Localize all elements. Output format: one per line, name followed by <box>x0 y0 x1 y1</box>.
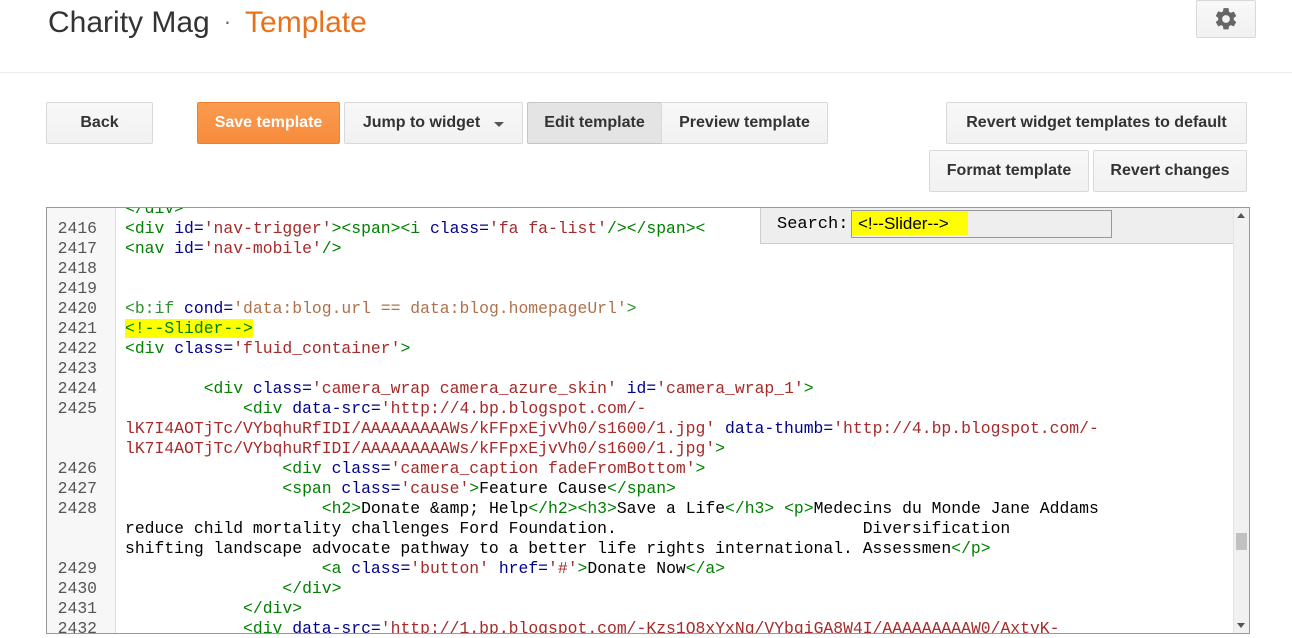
code-line: 2425 <div data-src='http://4.bp.blogspot… <box>47 399 1099 419</box>
back-button[interactable]: Back <box>46 102 153 144</box>
line-number: 2425 <box>57 399 97 418</box>
line-number: 2428 <box>57 499 97 518</box>
revert-widget-templates-button[interactable]: Revert widget templates to default <box>946 102 1247 144</box>
code-line: 2430 </div> <box>47 579 1099 599</box>
line-number: 2416 <box>57 219 97 238</box>
code-text: </div> <box>282 579 342 598</box>
settings-button[interactable] <box>1196 0 1256 38</box>
scroll-down-arrow-icon[interactable] <box>1237 623 1245 628</box>
revert-changes-button[interactable]: Revert changes <box>1093 150 1247 192</box>
code-text: <span class='cause'>Feature Cause</span> <box>282 479 676 498</box>
save-template-button[interactable]: Save template <box>197 102 340 144</box>
code-text: </div> <box>125 207 185 218</box>
code-text: shifting landscape advocate pathway to a… <box>125 539 991 558</box>
code-text: <div class='fluid_container'> <box>125 339 411 358</box>
code-text: <h2>Donate &amp; Help</h2><h3>Save a Lif… <box>321 499 1099 518</box>
code-line: 2429 <a class='button' href='#'>Donate N… <box>47 559 1099 579</box>
page-title: Charity Mag · Template <box>48 2 367 43</box>
line-number: 2424 <box>57 379 97 398</box>
code-line: 2420 <b:if cond='data:blog.url == data:bl… <box>47 299 1099 319</box>
format-template-button[interactable]: Format template <box>929 150 1089 192</box>
line-number: 2420 <box>57 299 97 318</box>
line-number: 2423 <box>57 359 97 378</box>
vertical-scrollbar[interactable] <box>1233 208 1249 633</box>
line-number: 2427 <box>57 479 97 498</box>
code-line: 2418 <box>47 259 1099 279</box>
jump-to-widget-label: Jump to widget <box>362 114 481 131</box>
code-line: 2421 <!--Slider--> <box>47 319 1099 339</box>
code-text: <nav id='nav-mobile'/> <box>125 239 342 258</box>
code-line: lK7I4AOTjTc/VYbqhuRfIDI/AAAAAAAAAWs/kFFp… <box>47 419 1099 439</box>
line-number: 2430 <box>57 579 97 598</box>
line-number: 2419 <box>57 279 97 298</box>
page-header: Charity Mag · Template <box>0 0 1292 73</box>
preview-template-tab[interactable]: Preview template <box>661 102 828 144</box>
gear-icon <box>1215 8 1237 30</box>
section-name: Template <box>245 6 367 39</box>
line-number: 2421 <box>57 319 97 338</box>
scroll-up-arrow-icon[interactable] <box>1237 213 1245 218</box>
code-content[interactable]: </div> 2416 <div id='nav-trigger'><span><… <box>47 207 1099 634</box>
code-line: reduce child mortality challenges Ford F… <box>47 519 1099 539</box>
jump-to-widget-button[interactable]: Jump to widget <box>344 102 523 144</box>
code-line: lK7I4AOTjTc/VYbqhuRfIDI/AAAAAAAAAWs/kFFp… <box>47 439 1099 459</box>
code-line: 2422 <div class='fluid_container'> <box>47 339 1099 359</box>
search-label: Search: <box>777 215 849 234</box>
code-text: lK7I4AOTjTc/VYbqhuRfIDI/AAAAAAAAAWs/kFFp… <box>125 439 726 458</box>
code-text: </div> <box>243 599 303 618</box>
code-line: 2424 <div class='camera_wrap camera_azur… <box>47 379 1099 399</box>
caret-down-icon <box>494 121 505 127</box>
search-input[interactable] <box>851 210 1112 238</box>
code-line: 2432 <div data-src='http://1.bp.blogspot… <box>47 619 1099 634</box>
blog-name: Charity Mag <box>48 6 210 39</box>
code-line: 2427 <span class='cause'>Feature Cause</… <box>47 479 1099 499</box>
code-line: 2431 </div> <box>47 599 1099 619</box>
line-number: 2432 <box>57 619 97 634</box>
code-text: <a class='button' href='#'>Donate Now</a… <box>321 559 726 578</box>
line-number: 2429 <box>57 559 97 578</box>
code-text: reduce child mortality challenges Ford F… <box>125 519 1011 538</box>
code-line: 2419 <box>47 279 1099 299</box>
code-text: <div data-src='http://4.bp.blogspot.com/… <box>243 399 647 418</box>
code-line: 2423 <box>47 359 1099 379</box>
edit-template-tab[interactable]: Edit template <box>527 102 662 144</box>
code-line: shifting landscape advocate pathway to a… <box>47 539 1099 559</box>
code-text: <!--Slider--> <box>125 319 253 339</box>
code-text: lK7I4AOTjTc/VYbqhuRfIDI/AAAAAAAAAWs/kFFp… <box>125 419 1099 438</box>
search-bar: Search: <box>760 208 1235 244</box>
code-text: <div data-src='http://1.bp.blogspot.com/… <box>243 619 1060 634</box>
code-text: <b:if cond='data:blog.url == data:blog.h… <box>125 299 637 318</box>
line-number: 2417 <box>57 239 97 258</box>
code-editor[interactable]: </div> 2416 <div id='nav-trigger'><span><… <box>46 207 1250 634</box>
line-number: 2422 <box>57 339 97 358</box>
search-match-highlight: <!--Slider--> <box>125 319 253 338</box>
code-text: <div class='camera_caption fadeFromBotto… <box>282 459 706 478</box>
code-line: 2426 <div class='camera_caption fadeFrom… <box>47 459 1099 479</box>
line-number: 2418 <box>57 259 97 278</box>
code-text: <div id='nav-trigger'><span><i class='fa… <box>125 219 706 238</box>
title-separator: · <box>223 9 232 34</box>
code-line: 2428 <h2>Donate &amp; Help</h2><h3>Save … <box>47 499 1099 519</box>
code-text: <div class='camera_wrap camera_azure_ski… <box>203 379 814 398</box>
line-number: 2431 <box>57 599 97 618</box>
line-number: 2426 <box>57 459 97 478</box>
scrollbar-thumb[interactable] <box>1236 533 1247 550</box>
